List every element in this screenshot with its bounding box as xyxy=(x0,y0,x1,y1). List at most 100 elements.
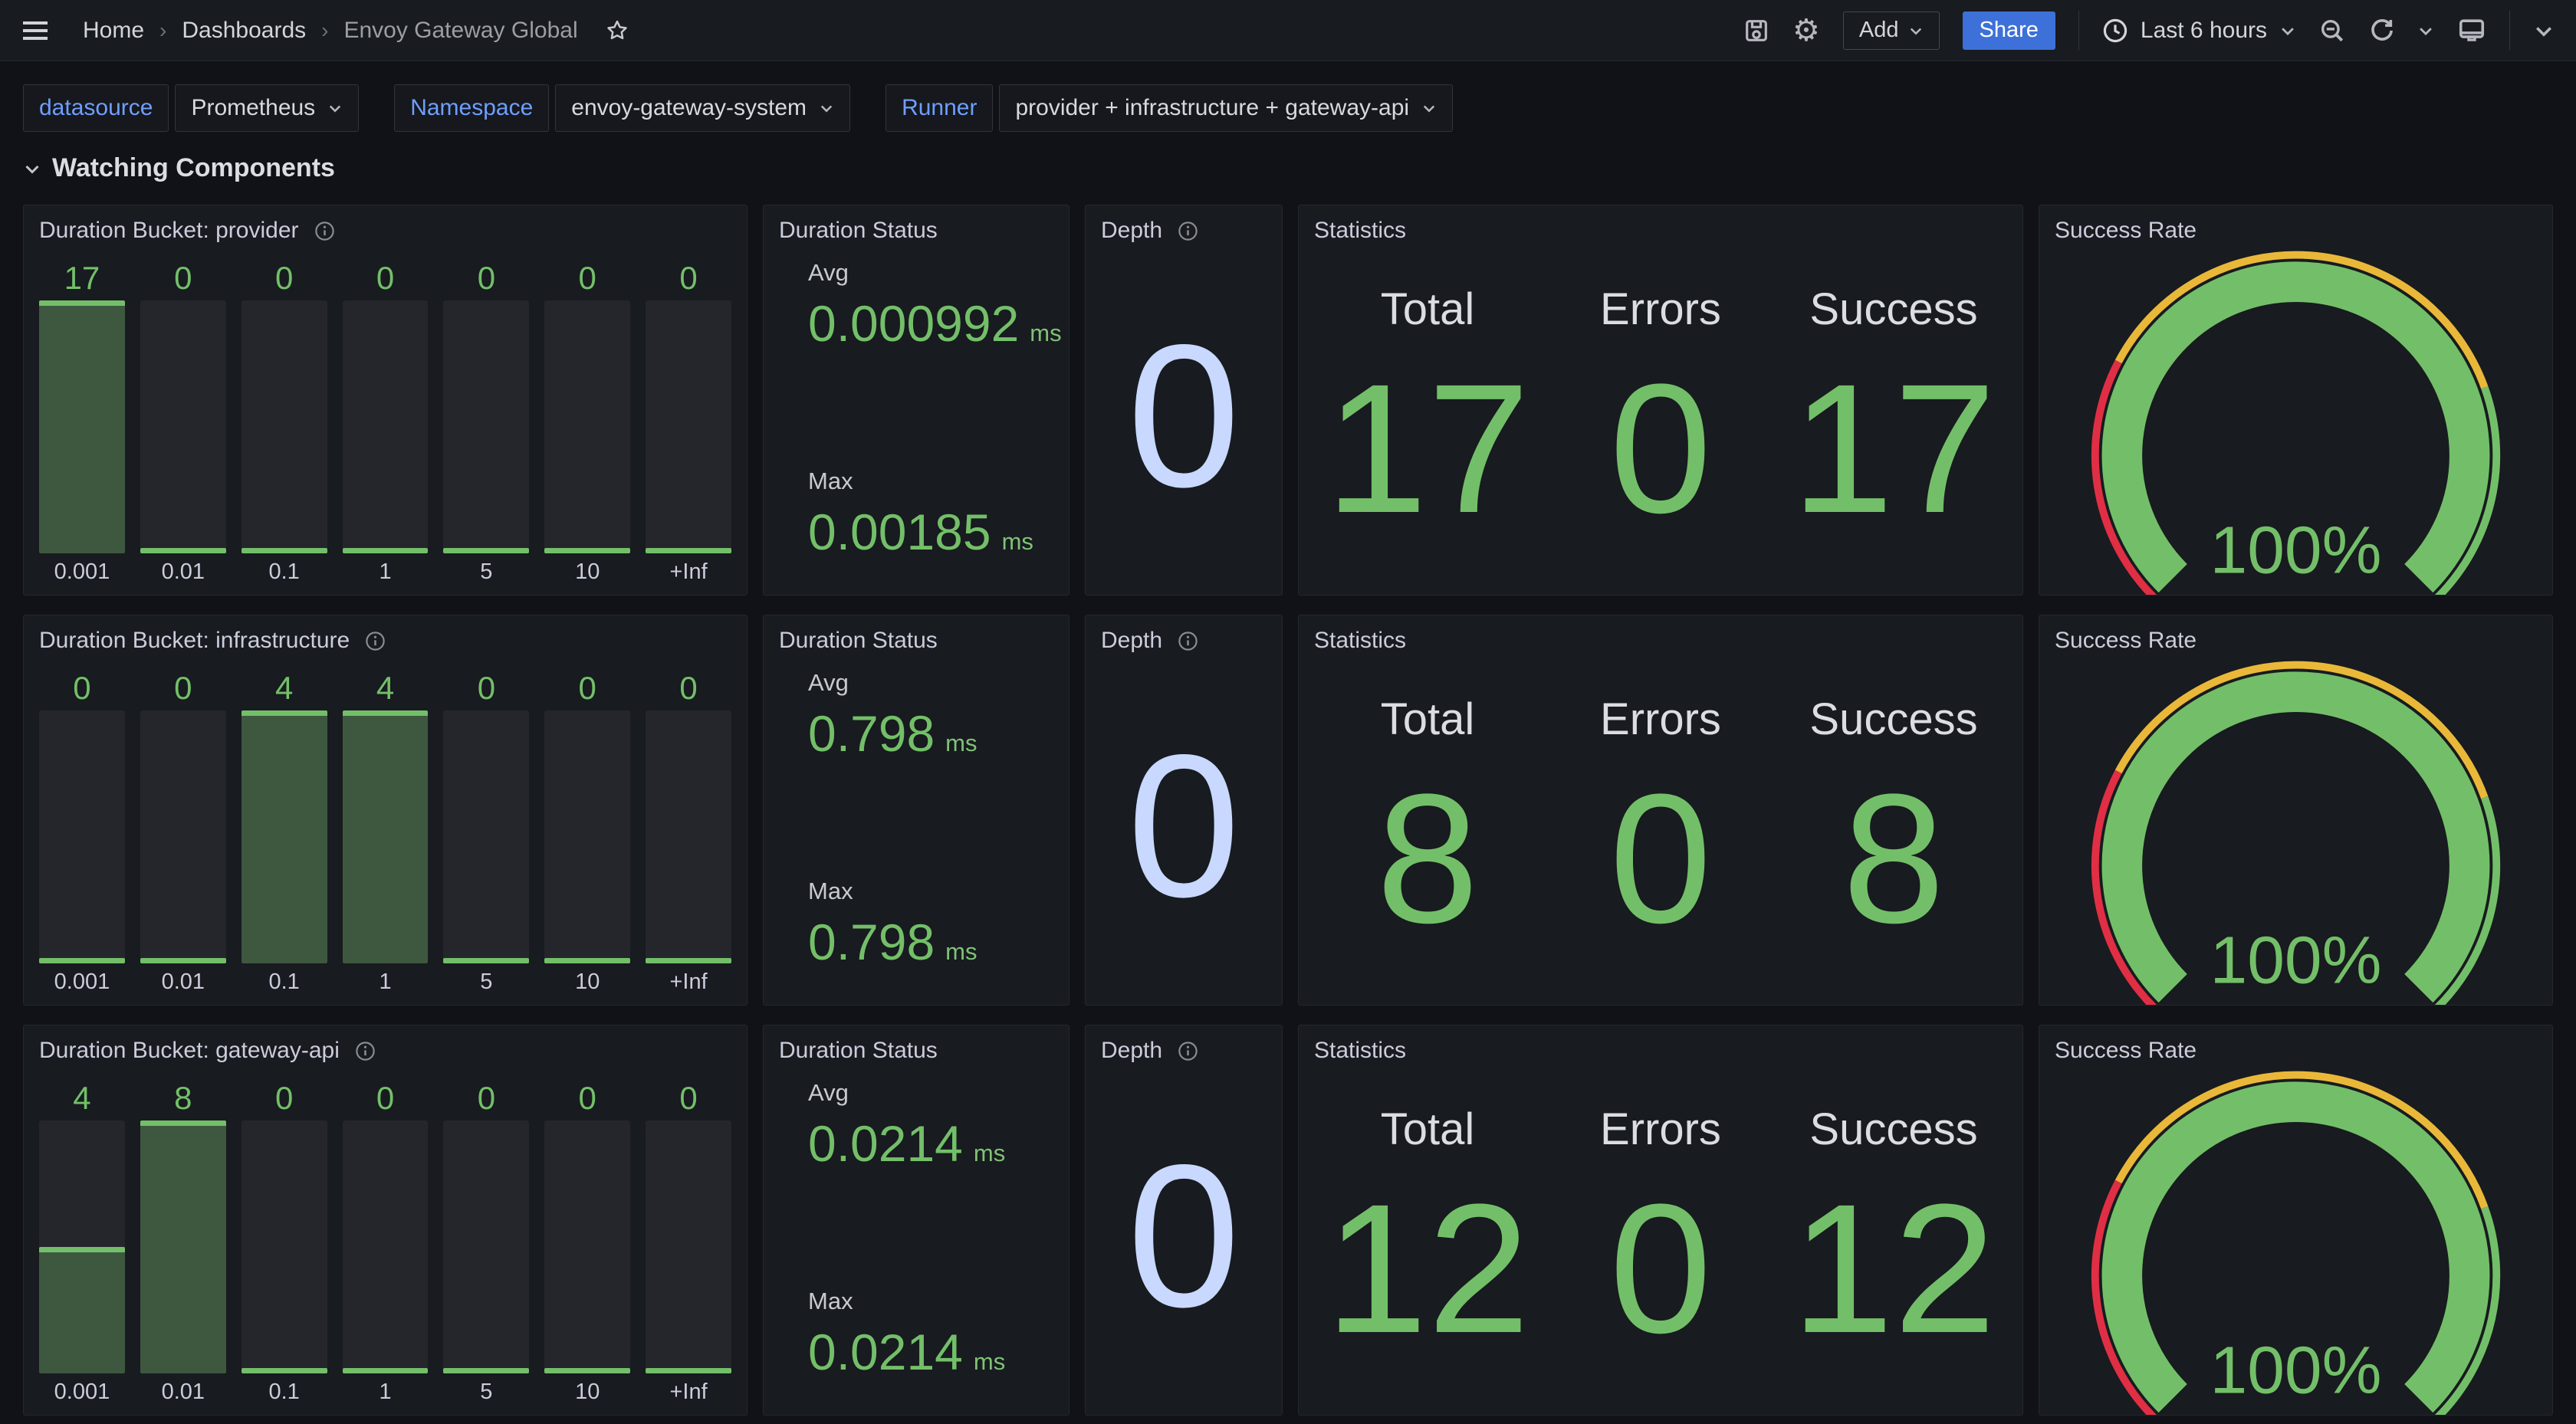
bar-column: 00.01 xyxy=(133,256,234,590)
monitor-icon[interactable] xyxy=(2457,16,2486,45)
stat-value: 0 xyxy=(1609,771,1711,946)
panel-duration-bucket: Duration Bucket: gateway-api 40.00180.01… xyxy=(23,1025,748,1416)
runner-dropdown[interactable]: provider + infrastructure + gateway-api xyxy=(999,84,1453,132)
bar xyxy=(443,710,529,963)
stat-label: Avg xyxy=(808,1079,1053,1107)
namespace-dropdown[interactable]: envoy-gateway-system xyxy=(555,84,850,132)
gauge: 100% xyxy=(2039,248,2552,596)
max-stat: Max 0.00185 ms xyxy=(808,468,1053,561)
bar-column: 170.001 xyxy=(31,256,133,590)
bar-column: 00.1 xyxy=(234,256,335,590)
breadcrumb-dashboards[interactable]: Dashboards xyxy=(182,18,306,44)
add-button[interactable]: Add xyxy=(1843,11,1940,50)
bar-category-label: 1 xyxy=(343,1373,429,1410)
refresh-interval-chevron-icon[interactable] xyxy=(2417,22,2434,39)
collapse-topbar-chevron-icon[interactable] xyxy=(2533,20,2555,41)
info-icon[interactable] xyxy=(1178,1041,1198,1061)
panel-duration-status: Duration Status Avg 0.000992 ms Max 0.00… xyxy=(763,205,1070,596)
avg-stat: Avg 0.000992 ms xyxy=(808,259,1053,353)
depth-value: 0 xyxy=(1127,1135,1240,1338)
filter-label: Namespace xyxy=(394,84,549,132)
share-button[interactable]: Share xyxy=(1963,11,2055,50)
panel-statistics: Statistics Total17Errors0Success17 xyxy=(1298,205,2023,596)
info-icon[interactable] xyxy=(1178,221,1198,241)
nav-left: Home › Dashboards › Envoy Gateway Global xyxy=(21,18,630,44)
zoom-out-icon[interactable] xyxy=(2319,18,2345,44)
panel-title: Duration Bucket: infrastructure xyxy=(39,628,350,654)
bar-category-label: 1 xyxy=(343,963,429,1000)
panel-header: Duration Status xyxy=(764,205,1069,248)
bar-value-label: 0 xyxy=(242,1076,327,1120)
section-title: Watching Components xyxy=(52,153,335,183)
panel-header: Depth xyxy=(1086,205,1282,248)
save-icon[interactable] xyxy=(1743,18,1769,44)
star-icon[interactable] xyxy=(604,18,630,44)
stat-label: Max xyxy=(808,878,1053,905)
bar-fill xyxy=(544,1368,630,1373)
bar-category-label: 0.001 xyxy=(39,1373,125,1410)
filter-runner: Runner provider + infrastructure + gatew… xyxy=(886,84,1453,132)
stat-value: 0 xyxy=(1609,361,1711,536)
bar-fill xyxy=(443,1368,529,1373)
bar-fill xyxy=(39,958,125,963)
bar-gauge: 170.00100.0100.101050100+Inf xyxy=(24,248,747,595)
bar xyxy=(343,300,429,553)
bar-column: 00.001 xyxy=(31,666,133,1000)
bar-category-label: 0.01 xyxy=(140,553,226,590)
bar-category-label: 10 xyxy=(544,963,630,1000)
stat-unit: ms xyxy=(974,1140,1005,1167)
refresh-icon[interactable] xyxy=(2368,18,2394,44)
stat-label: Success xyxy=(1809,284,1977,335)
statistics-grid: Total17Errors0Success17 xyxy=(1299,248,2022,595)
stat-value: 0.0214 xyxy=(808,1114,963,1173)
bar-fill xyxy=(39,300,125,553)
bar xyxy=(544,1120,630,1373)
bar-column: 0+Inf xyxy=(638,666,739,1000)
datasource-dropdown[interactable]: Prometheus xyxy=(175,84,359,132)
panel-duration-status: Duration Status Avg 0.0214 ms Max 0.0214… xyxy=(763,1025,1070,1416)
duration-stats: Avg 0.798 ms Max 0.798 ms xyxy=(764,658,1069,1005)
gauge-value: 100% xyxy=(2210,923,2382,998)
info-icon[interactable] xyxy=(1178,631,1198,651)
bar-category-label: +Inf xyxy=(646,1373,731,1410)
bar-fill xyxy=(544,958,630,963)
stat-column: Total8 xyxy=(1311,658,1544,974)
time-range-picker[interactable]: Last 6 hours xyxy=(2102,18,2296,44)
bar-value-label: 0 xyxy=(140,666,226,710)
bar-category-label: 1 xyxy=(343,553,429,590)
row-watching-components[interactable]: Watching Components xyxy=(23,153,2553,183)
panel-title: Depth xyxy=(1101,1038,1162,1064)
panel-header: Statistics xyxy=(1299,1025,2022,1068)
gear-icon[interactable]: ⚙ xyxy=(1792,15,1820,46)
avg-stat: Avg 0.798 ms xyxy=(808,669,1053,763)
bar-value-label: 17 xyxy=(39,256,125,300)
bar-category-label: 5 xyxy=(443,963,529,1000)
bar-value-label: 0 xyxy=(242,256,327,300)
breadcrumb-home[interactable]: Home xyxy=(83,18,144,44)
info-icon[interactable] xyxy=(355,1041,376,1061)
stat-label: Errors xyxy=(1600,284,1721,335)
info-icon[interactable] xyxy=(365,631,386,651)
panel-title: Depth xyxy=(1101,628,1162,654)
menu-icon[interactable] xyxy=(21,19,49,42)
panel-header: Success Rate xyxy=(2039,205,2552,248)
panel-duration-status: Duration Status Avg 0.798 ms Max 0.798 m… xyxy=(763,615,1070,1006)
panel-title: Success Rate xyxy=(2055,1038,2196,1064)
panel-header: Statistics xyxy=(1299,615,2022,658)
stat-value: 8 xyxy=(1842,771,1944,946)
breadcrumb-separator: › xyxy=(159,18,166,43)
panel-title: Duration Status xyxy=(779,628,938,654)
bar-fill xyxy=(140,958,226,963)
panel-title: Statistics xyxy=(1314,1038,1406,1064)
bar xyxy=(544,300,630,553)
stat-value: 8 xyxy=(1376,771,1478,946)
bar-fill xyxy=(443,548,529,553)
bar-value-label: 0 xyxy=(646,666,731,710)
bar-column: 05 xyxy=(435,1076,537,1410)
bar-fill xyxy=(443,958,529,963)
avg-stat: Avg 0.0214 ms xyxy=(808,1079,1053,1173)
info-icon[interactable] xyxy=(314,221,335,241)
chevron-down-icon xyxy=(23,159,41,178)
divider xyxy=(2509,11,2510,51)
bar-value-label: 0 xyxy=(443,256,529,300)
